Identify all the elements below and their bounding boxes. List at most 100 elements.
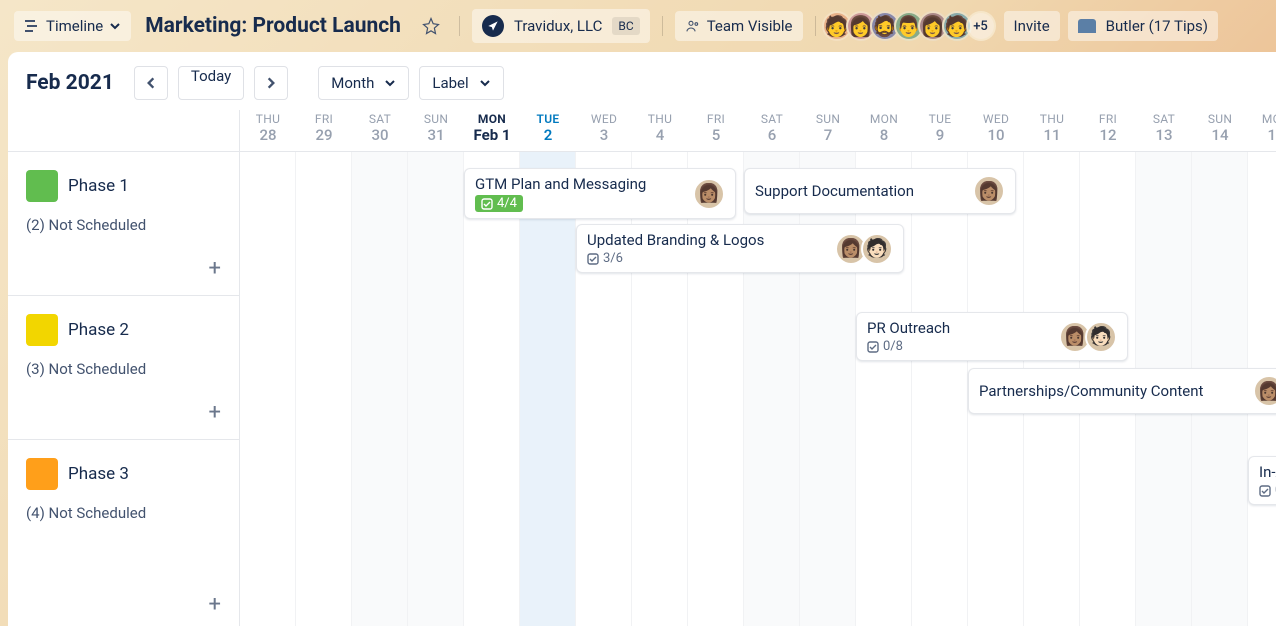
view-switcher-label: Timeline bbox=[46, 17, 103, 35]
checklist-badge: 4/4 bbox=[475, 195, 523, 212]
star-icon bbox=[422, 17, 440, 35]
butler-button[interactable]: Butler (17 Tips) bbox=[1068, 11, 1218, 41]
day-column-header: SUN14 bbox=[1192, 110, 1248, 151]
divider bbox=[815, 16, 816, 36]
granularity-select[interactable]: Month bbox=[318, 66, 409, 100]
member-avatar[interactable]: 🧑🏻 bbox=[1085, 321, 1117, 353]
lane-title: Phase 3 bbox=[68, 464, 129, 484]
chevron-right-icon bbox=[264, 76, 278, 90]
card-members: 👩🏽 bbox=[979, 175, 1005, 207]
chevron-down-icon bbox=[479, 77, 491, 89]
star-button[interactable] bbox=[415, 10, 447, 42]
lane-cards: PR Outreach0/8👩🏽🧑🏻Partnerships/Community… bbox=[240, 296, 1276, 440]
card-title: Partnerships/Community Content bbox=[979, 382, 1253, 400]
day-column-header: WED10 bbox=[968, 110, 1024, 151]
checklist-badge: 3/6 bbox=[587, 251, 623, 266]
card-members: 👩🏽 bbox=[1259, 375, 1276, 407]
butler-icon bbox=[1078, 19, 1096, 33]
board-header: Timeline Marketing: Product Launch Travi… bbox=[0, 0, 1276, 52]
invite-button[interactable]: Invite bbox=[1004, 11, 1060, 41]
day-column-header: FRI5 bbox=[688, 110, 744, 151]
today-button[interactable]: Today bbox=[178, 66, 244, 100]
cards-layer: GTM Plan and Messaging4/4👩🏽Support Docum… bbox=[240, 152, 1276, 626]
board-members[interactable]: 🧑 👩 🧔 👨 👩 🧑 +5 bbox=[828, 11, 996, 41]
card-members: 👩🏽🧑🏻 bbox=[1065, 321, 1117, 353]
divider bbox=[662, 16, 663, 36]
card-title: Support Documentation bbox=[755, 182, 973, 200]
checklist-icon bbox=[481, 198, 493, 210]
lane: Phase 2(3) Not Scheduled+ bbox=[8, 296, 239, 440]
day-column-header: MON8 bbox=[856, 110, 912, 151]
lane-list: Phase 1(2) Not Scheduled+Phase 2(3) Not … bbox=[8, 152, 240, 626]
day-column-header: FRI29 bbox=[296, 110, 352, 151]
checklist-icon bbox=[867, 341, 879, 353]
grouping-label: Label bbox=[432, 74, 468, 92]
checklist-badge: 0/8 bbox=[867, 339, 903, 354]
calendar-day-header: THU28FRI29SAT30SUN31MONFeb 1TUE2WED3THU4… bbox=[8, 110, 1276, 152]
day-column-header: SUN31 bbox=[408, 110, 464, 151]
member-overflow[interactable]: +5 bbox=[966, 11, 996, 41]
member-avatar[interactable]: 👩🏽 bbox=[973, 175, 1005, 207]
workspace-plan-badge: BC bbox=[612, 17, 639, 35]
timeline-card[interactable]: PR Outreach0/8👩🏽🧑🏻 bbox=[856, 312, 1128, 361]
visibility-button[interactable]: Team Visible bbox=[675, 11, 803, 41]
day-column-header: THU4 bbox=[632, 110, 688, 151]
card-members: 👩🏽🧑🏻 bbox=[841, 233, 893, 265]
add-card-button[interactable]: + bbox=[209, 592, 221, 617]
member-avatar[interactable]: 👩🏽 bbox=[1253, 375, 1276, 407]
lane-not-scheduled[interactable]: (3) Not Scheduled bbox=[26, 360, 225, 378]
next-button[interactable] bbox=[254, 66, 288, 100]
member-avatar[interactable]: 👩🏽 bbox=[693, 178, 725, 210]
calendar-body: Phase 1(2) Not Scheduled+Phase 2(3) Not … bbox=[8, 152, 1276, 626]
grouping-select[interactable]: Label bbox=[419, 66, 503, 100]
timeline-card[interactable]: GTM Plan and Messaging 4/4 👩🏽 bbox=[464, 168, 736, 219]
card-title: GTM Plan and Messaging bbox=[475, 175, 693, 193]
timeline-card[interactable]: Updated Branding & Logos 3/6 👩🏽🧑🏻 bbox=[576, 224, 904, 273]
day-column-header: SAT13 bbox=[1136, 110, 1192, 151]
lane: Phase 3 (4) Not Scheduled + bbox=[8, 440, 239, 626]
workspace-name: Travidux, LLC bbox=[514, 17, 602, 35]
timeline-icon bbox=[24, 18, 40, 34]
chevron-left-icon bbox=[144, 76, 158, 90]
people-icon bbox=[685, 18, 701, 34]
checklist-badge: 0/4 bbox=[1259, 483, 1276, 498]
chevron-down-icon bbox=[384, 77, 396, 89]
workspace-button[interactable]: Travidux, LLC BC bbox=[472, 9, 650, 43]
day-column-header: FRI12 bbox=[1080, 110, 1136, 151]
lane-color-swatch bbox=[26, 170, 58, 202]
invite-label: Invite bbox=[1014, 17, 1050, 35]
timeline-toolbar: Feb 2021 Today Month Label bbox=[8, 52, 1276, 110]
workspace-icon bbox=[482, 15, 504, 37]
timeline-panel: Feb 2021 Today Month Label THU28FRI29SAT… bbox=[8, 52, 1276, 626]
day-column-header: TUE9 bbox=[912, 110, 968, 151]
period-label: Feb 2021 bbox=[26, 71, 114, 95]
day-column-header: SUN7 bbox=[800, 110, 856, 151]
today-label: Today bbox=[191, 67, 231, 85]
add-card-button[interactable]: + bbox=[209, 256, 221, 281]
timeline-card[interactable]: In-App Announcement0/4👩🏽🧑🏻 bbox=[1248, 456, 1276, 505]
granularity-label: Month bbox=[331, 74, 374, 92]
lane-title: Phase 1 bbox=[68, 176, 129, 196]
butler-label: Butler (17 Tips) bbox=[1106, 17, 1208, 35]
day-column-header: TUE2 bbox=[520, 110, 576, 151]
day-column-header: SAT6 bbox=[744, 110, 800, 151]
lane-not-scheduled[interactable]: (2) Not Scheduled bbox=[26, 216, 225, 234]
board-title[interactable]: Marketing: Product Launch bbox=[145, 14, 401, 38]
timeline-card[interactable]: Support Documentation 👩🏽 bbox=[744, 168, 1016, 214]
lane-color-swatch bbox=[26, 458, 58, 490]
lane-color-swatch bbox=[26, 314, 58, 346]
add-card-button[interactable]: + bbox=[209, 400, 221, 425]
prev-button[interactable] bbox=[134, 66, 168, 100]
view-switcher[interactable]: Timeline bbox=[14, 11, 131, 41]
divider bbox=[459, 16, 460, 36]
day-column-header: SAT30 bbox=[352, 110, 408, 151]
card-title: In-App Announcement bbox=[1259, 463, 1276, 481]
member-avatar[interactable]: 🧑🏻 bbox=[861, 233, 893, 265]
timeline-card[interactable]: Partnerships/Community Content 👩🏽 bbox=[968, 368, 1276, 414]
chevron-down-icon bbox=[109, 20, 121, 32]
card-title: Updated Branding & Logos bbox=[587, 231, 835, 249]
day-column-header: WED3 bbox=[576, 110, 632, 151]
lane-not-scheduled[interactable]: (4) Not Scheduled bbox=[26, 504, 225, 522]
day-column-header: THU11 bbox=[1024, 110, 1080, 151]
visibility-label: Team Visible bbox=[707, 17, 793, 35]
